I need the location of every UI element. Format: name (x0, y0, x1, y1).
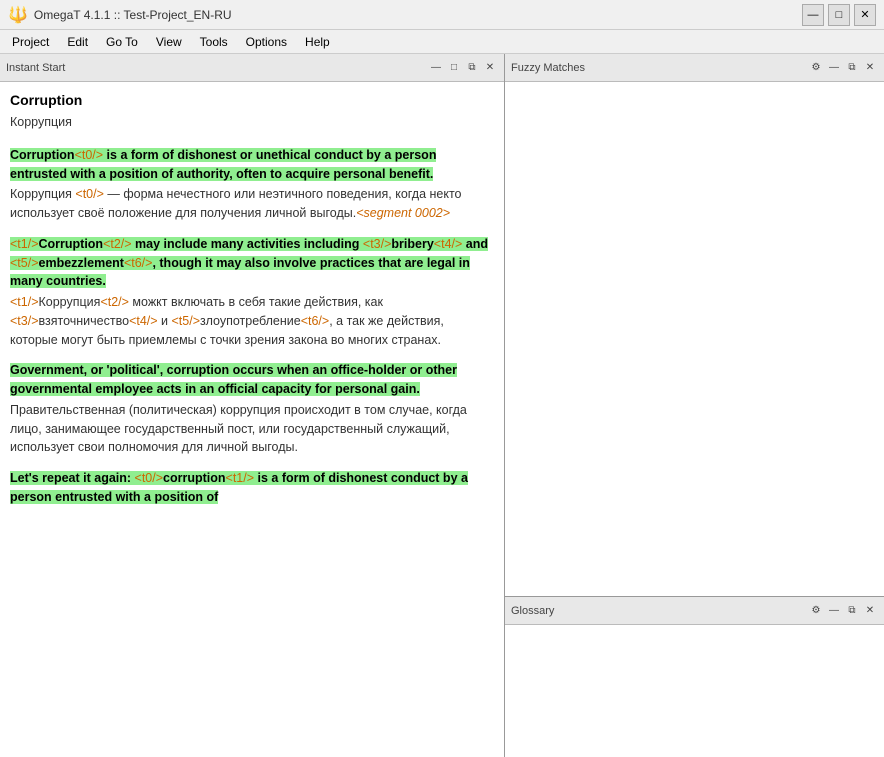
fuzzy-matches-content (505, 82, 884, 596)
glossary-panel: Glossary ⚙ — ⧉ ✕ (505, 597, 884, 757)
menu-options[interactable]: Options (238, 33, 295, 51)
segment-2-source: <t1/>Corruption<t2/> may include many ac… (10, 235, 494, 291)
segment-1: Corruption<t0/> is a form of dishonest o… (10, 146, 494, 223)
fuzzy-detach-button[interactable]: ⧉ (844, 60, 860, 76)
segment-0-source: Corruption (10, 90, 494, 111)
segment-0: Corruption Коррупция (10, 90, 494, 132)
fuzzy-minimize-button[interactable]: — (826, 60, 842, 76)
segment-2: <t1/>Corruption<t2/> may include many ac… (10, 235, 494, 350)
seg1-marker: <segment 0002> (356, 206, 450, 220)
glossary-detach-button[interactable]: ⧉ (844, 603, 860, 619)
segment-1-target: Коррупция <t0/> — форма нечестного или н… (10, 185, 494, 223)
segment-4-source: Let's repeat it again: <t0/>corruption<t… (10, 469, 494, 507)
seg2-tag4: <t4/> (434, 237, 463, 251)
fuzzy-close-button[interactable]: ✕ (862, 60, 878, 76)
instant-start-label: Instant Start (6, 62, 65, 74)
menu-project[interactable]: Project (4, 33, 57, 51)
maximize-button[interactable]: □ (828, 4, 850, 26)
segment-3-target: Правительственная (политическая) коррупц… (10, 401, 494, 457)
glossary-header: Glossary ⚙ — ⧉ ✕ (505, 597, 884, 625)
seg1-tag0: <t0/> (75, 148, 104, 162)
instant-start-buttons: — □ ⧉ ✕ (428, 60, 498, 76)
menu-tools[interactable]: Tools (192, 33, 236, 51)
app-icon: 🔱 (8, 5, 28, 25)
seg2-tag2: <t2/> (103, 237, 132, 251)
glossary-close-button[interactable]: ✕ (862, 603, 878, 619)
detach-panel-button[interactable]: ⧉ (464, 60, 480, 76)
segment-3: Government, or 'political', corruption o… (10, 361, 494, 457)
seg2-tag3: <t3/> (363, 237, 392, 251)
glossary-buttons: ⚙ — ⧉ ✕ (808, 603, 878, 619)
seg4-src-text: Let's repeat it again: <t0/>corruption<t… (10, 471, 468, 504)
seg2-tag1: <t1/> (10, 237, 39, 251)
fuzzy-matches-header: Fuzzy Matches ⚙ — ⧉ ✕ (505, 54, 884, 82)
maximize-panel-button[interactable]: □ (446, 60, 462, 76)
close-button[interactable]: ✕ (854, 4, 876, 26)
right-panel: Fuzzy Matches ⚙ — ⧉ ✕ Glossary ⚙ — ⧉ ✕ (505, 54, 884, 757)
editor-content[interactable]: Corruption Коррупция Corruption<t0/> is … (0, 82, 504, 757)
title-bar: 🔱 OmegaT 4.1.1 :: Test-Project_EN-RU — □… (0, 0, 884, 30)
instant-start-header: Instant Start — □ ⧉ ✕ (0, 54, 504, 82)
segment-2-target: <t1/>Коррупция<t2/> можкт включать в себ… (10, 293, 494, 349)
menu-edit[interactable]: Edit (59, 33, 96, 51)
seg2-tag5: <t5/> (10, 256, 39, 270)
fuzzy-matches-buttons: ⚙ — ⧉ ✕ (808, 60, 878, 76)
minimize-panel-button[interactable]: — (428, 60, 444, 76)
title-bar-left: 🔱 OmegaT 4.1.1 :: Test-Project_EN-RU (8, 5, 232, 25)
glossary-label: Glossary (511, 605, 554, 617)
fuzzy-settings-button[interactable]: ⚙ (808, 60, 824, 76)
seg4-tag1: <t0/> (135, 471, 164, 485)
fuzzy-matches-panel: Fuzzy Matches ⚙ — ⧉ ✕ (505, 54, 884, 597)
glossary-settings-button[interactable]: ⚙ (808, 603, 824, 619)
minimize-button[interactable]: — (802, 4, 824, 26)
segment-1-source: Corruption<t0/> is a form of dishonest o… (10, 146, 494, 184)
menu-view[interactable]: View (148, 33, 190, 51)
menu-bar: Project Edit Go To View Tools Options He… (0, 30, 884, 54)
seg3-src-text: Government, or 'political', corruption o… (10, 363, 457, 396)
app-title: OmegaT 4.1.1 :: Test-Project_EN-RU (34, 8, 232, 22)
seg2-tag6: <t6/> (124, 256, 153, 270)
segment-4: Let's repeat it again: <t0/>corruption<t… (10, 469, 494, 507)
title-bar-buttons: — □ ✕ (802, 4, 876, 26)
fuzzy-matches-label: Fuzzy Matches (511, 62, 585, 74)
segment-0-target: Коррупция (10, 113, 494, 132)
glossary-content (505, 625, 884, 757)
left-panel: Instant Start — □ ⧉ ✕ Corruption Коррупц… (0, 54, 505, 757)
close-panel-button[interactable]: ✕ (482, 60, 498, 76)
seg4-tag2: <t1/> (226, 471, 255, 485)
seg1-tgt-tag: <t0/> (75, 187, 104, 201)
menu-goto[interactable]: Go To (98, 33, 146, 51)
main-area: Instant Start — □ ⧉ ✕ Corruption Коррупц… (0, 54, 884, 757)
seg2-src-text: <t1/>Corruption<t2/> may include many ac… (10, 237, 488, 289)
seg1-src-text: Corruption<t0/> is a form of dishonest o… (10, 148, 436, 181)
segment-3-source: Government, or 'political', corruption o… (10, 361, 494, 399)
glossary-minimize-button[interactable]: — (826, 603, 842, 619)
menu-help[interactable]: Help (297, 33, 338, 51)
